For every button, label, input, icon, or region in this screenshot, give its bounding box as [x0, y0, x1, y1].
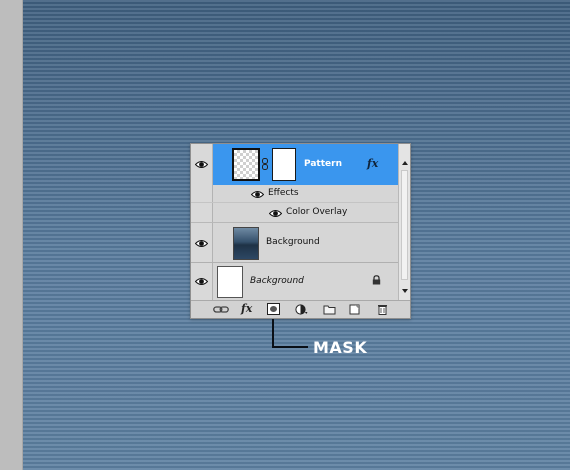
lock-icon: [372, 275, 381, 285]
layer-row-background-locked[interactable]: Background: [191, 263, 398, 300]
new-group-folder-icon[interactable]: [323, 304, 336, 315]
link-layers-icon[interactable]: [213, 304, 229, 315]
scroll-up-arrow-icon[interactable]: [401, 160, 409, 166]
left-sidebar-strip: [0, 0, 23, 470]
layer-thumbnail-white[interactable]: [217, 266, 243, 298]
visibility-cell: [191, 144, 213, 185]
eye-icon[interactable]: [251, 190, 264, 199]
effects-row[interactable]: Effects: [191, 185, 398, 203]
callout-line-vertical: [272, 319, 274, 348]
chain-link-icon[interactable]: [262, 158, 268, 170]
mask-annotation-label: MASK: [313, 338, 368, 357]
layer-name[interactable]: Background: [266, 237, 320, 247]
eye-icon[interactable]: [195, 160, 208, 169]
new-layer-icon[interactable]: [349, 304, 360, 315]
layers-panel: Pattern fx Effects Color Overlay Backgro…: [190, 143, 411, 319]
effect-row-color-overlay[interactable]: Color Overlay: [191, 203, 398, 223]
layer-thumbnail-gradient[interactable]: [233, 227, 259, 260]
eye-icon[interactable]: [195, 277, 208, 286]
effect-name: Color Overlay: [286, 207, 348, 217]
layer-name[interactable]: Background: [250, 276, 304, 286]
eye-icon[interactable]: [269, 209, 282, 218]
layers-toolbar: fx: [191, 300, 410, 318]
scroll-down-arrow-icon[interactable]: [401, 288, 409, 294]
eye-icon[interactable]: [195, 239, 208, 248]
layer-row-background[interactable]: Background: [191, 223, 398, 263]
trash-icon[interactable]: [377, 304, 388, 315]
layer-name[interactable]: Pattern: [304, 159, 342, 169]
add-layer-style-fx-icon[interactable]: fx: [241, 302, 252, 315]
scroll-thumb[interactable]: [401, 170, 408, 280]
layers-scrollbar[interactable]: [398, 144, 410, 300]
effects-label: Effects: [268, 188, 299, 198]
adjustment-layer-icon[interactable]: [295, 304, 308, 315]
layer-row-pattern[interactable]: Pattern fx: [191, 144, 398, 185]
callout-line-horizontal: [272, 346, 308, 348]
fx-icon[interactable]: fx: [367, 157, 378, 170]
layer-mask-thumbnail[interactable]: [272, 148, 296, 181]
layer-thumbnail-transparent[interactable]: [232, 148, 260, 181]
add-layer-mask-icon[interactable]: [267, 303, 280, 315]
layers-list: Pattern fx Effects Color Overlay Backgro…: [191, 144, 398, 300]
